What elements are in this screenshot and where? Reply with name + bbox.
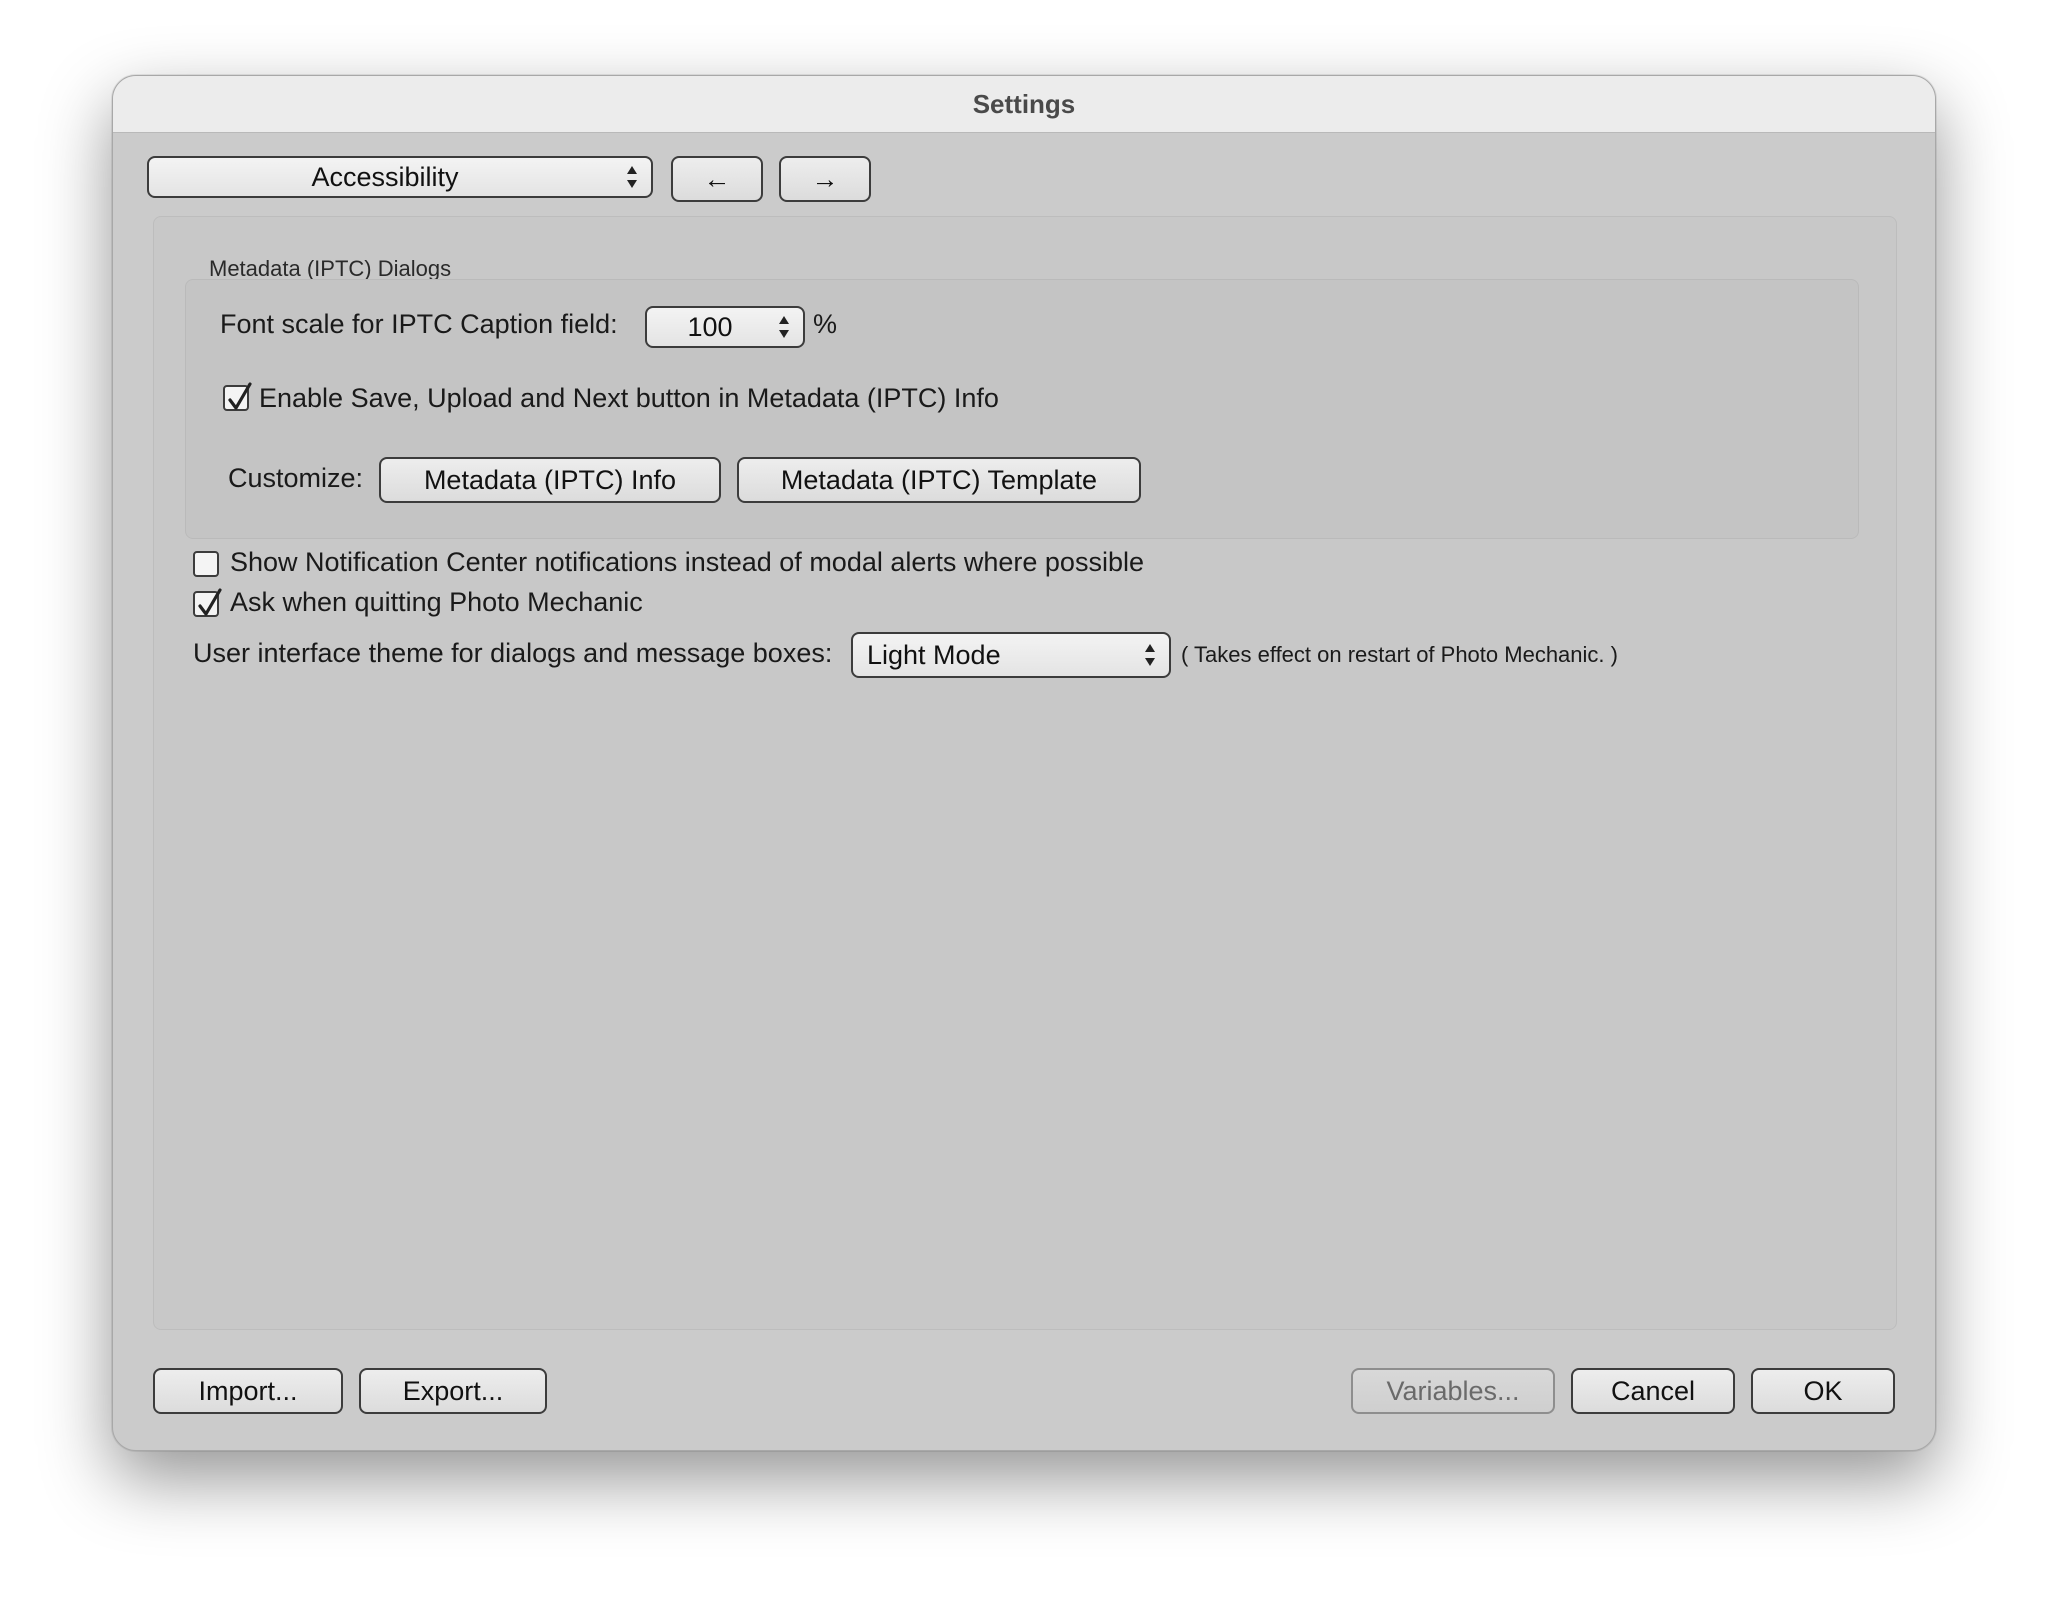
theme-popup[interactable]: Light Mode xyxy=(851,632,1171,678)
ask-quit-checkbox[interactable] xyxy=(193,588,222,617)
import-button-label: Import... xyxy=(198,1375,298,1406)
up-down-stepper-icon xyxy=(1145,644,1155,666)
up-down-stepper-icon xyxy=(627,166,637,188)
notification-checkbox[interactable] xyxy=(193,551,219,577)
export-button[interactable]: Export... xyxy=(359,1368,547,1414)
category-popup-value: Accessibility xyxy=(311,161,459,192)
metadata-template-button-label: Metadata (IPTC) Template xyxy=(780,464,1098,495)
export-button-label: Export... xyxy=(402,1375,504,1406)
enable-save-checkbox[interactable] xyxy=(223,382,252,411)
previous-label: ← xyxy=(703,163,731,194)
next-button[interactable]: → xyxy=(779,156,871,202)
checkmark-icon xyxy=(228,382,252,410)
theme-popup-value: Light Mode xyxy=(867,639,1001,670)
customize-label: Customize: xyxy=(228,463,364,493)
notification-label: Show Notification Center notifications i… xyxy=(230,547,1144,577)
previous-button[interactable]: ← xyxy=(671,156,763,202)
metadata-info-button-label: Metadata (IPTC) Info xyxy=(423,464,677,495)
settings-window: Settings Accessibility ← → Metadata (IPT… xyxy=(112,75,1936,1451)
title-bar[interactable]: Settings xyxy=(113,76,1935,133)
category-popup[interactable]: Accessibility xyxy=(147,156,653,198)
variables-button-label: Variables... xyxy=(1386,1375,1520,1406)
ask-quit-label: Ask when quitting Photo Mechanic xyxy=(230,587,643,617)
next-label: → xyxy=(811,163,839,194)
enable-save-label: Enable Save, Upload and Next button in M… xyxy=(259,383,999,413)
cancel-button-label: Cancel xyxy=(1610,1375,1696,1406)
theme-label: User interface theme for dialogs and mes… xyxy=(193,638,833,668)
ok-button[interactable]: OK xyxy=(1751,1368,1895,1414)
metadata-template-button[interactable]: Metadata (IPTC) Template xyxy=(737,457,1141,503)
font-scale-value: 100 xyxy=(687,311,733,342)
up-down-stepper-icon xyxy=(779,316,789,338)
font-scale-unit: % xyxy=(813,309,838,339)
metadata-info-button[interactable]: Metadata (IPTC) Info xyxy=(379,457,721,503)
font-scale-label: Font scale for IPTC Caption field: xyxy=(220,309,618,339)
window-title: Settings xyxy=(972,88,1076,119)
variables-button[interactable]: Variables... xyxy=(1351,1368,1555,1414)
theme-note: ( Takes effect on restart of Photo Mecha… xyxy=(1181,642,1618,667)
font-scale-popup[interactable]: 100 xyxy=(645,306,805,348)
import-button[interactable]: Import... xyxy=(153,1368,343,1414)
checkmark-icon xyxy=(198,588,222,616)
cancel-button[interactable]: Cancel xyxy=(1571,1368,1735,1414)
ok-button-label: OK xyxy=(1803,1375,1843,1406)
